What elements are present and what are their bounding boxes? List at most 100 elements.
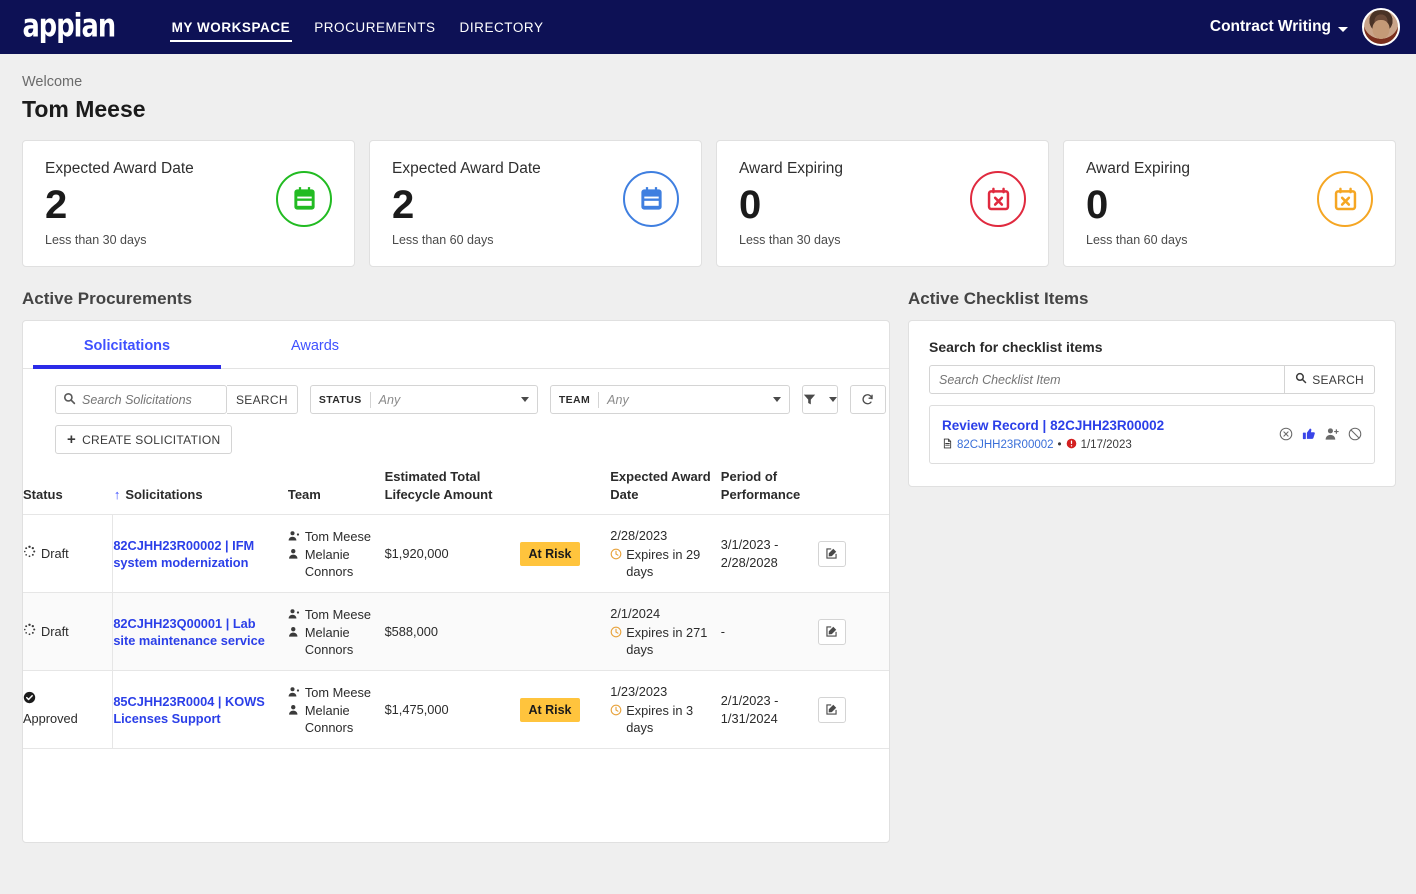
- nav-link-directory[interactable]: DIRECTORY: [448, 2, 556, 52]
- expires-note: Expires in 271 days: [610, 624, 713, 658]
- checklist-item-date: 1/17/2023: [1080, 439, 1132, 451]
- team-filter-label: TEAM: [558, 393, 591, 406]
- column-header-amount[interactable]: Estimated Total Lifecycle Amount: [385, 468, 521, 515]
- calendar-icon: [623, 171, 679, 227]
- kpi-subtitle: Less than 60 days: [392, 233, 494, 247]
- status-badge: Draft: [23, 545, 104, 563]
- status-filter-value: Any: [378, 392, 401, 407]
- status-badge: Approved: [23, 691, 104, 728]
- create-solicitation-label: CREATE SOLICITATION: [82, 432, 221, 447]
- tab-solicitations[interactable]: Solicitations: [33, 321, 221, 369]
- avatar[interactable]: [1362, 8, 1400, 46]
- nav-link-procurements[interactable]: PROCUREMENTS: [302, 2, 447, 52]
- cell-solicitation: 82CJHH23R00002 | IFM system modernizatio…: [112, 514, 288, 593]
- top-navigation-bar: appian MY WORKSPACE PROCUREMENTS DIRECTO…: [0, 0, 1416, 54]
- column-header-actions: [818, 468, 889, 515]
- table-row: Draft 82CJHH23R00002 | IFM system modern…: [23, 514, 889, 593]
- column-header-team[interactable]: Team: [288, 468, 385, 515]
- tab-awards[interactable]: Awards: [221, 321, 409, 368]
- plus-icon: +: [67, 431, 77, 448]
- kpi-card-expected-award-60[interactable]: Expected Award Date 2 Less than 60 days: [369, 140, 702, 267]
- chevron-down-icon: [520, 397, 529, 402]
- main-content-row: Active Procurements Solicitations Awards…: [0, 267, 1416, 843]
- welcome-block: Welcome Tom Meese: [0, 54, 1416, 124]
- nav-right-group: Contract Writing: [1210, 8, 1400, 46]
- solicitation-link[interactable]: 82CJHH23Q00001 | Lab site maintenance se…: [113, 615, 280, 649]
- table-row: Approved 85CJHH23R0004 | KOWS Licenses S…: [23, 670, 889, 749]
- column-header-status[interactable]: Status: [23, 468, 113, 515]
- cell-actions: [817, 514, 889, 593]
- edit-icon[interactable]: [817, 618, 846, 645]
- team-filter-dropdown[interactable]: TEAM Any: [549, 385, 790, 414]
- cell-team: Tom Meese Melanie Connors: [287, 670, 385, 749]
- document-icon: [942, 438, 953, 452]
- tenant-selector[interactable]: Contract Writing: [1210, 18, 1348, 36]
- create-solicitation-button[interactable]: + CREATE SOLICITATION: [55, 425, 233, 454]
- cell-expected-award-date: 2/28/2023 Expires in 29 days: [610, 514, 721, 593]
- expires-label: Expires in 3 days: [626, 703, 694, 735]
- thumbs-up-icon[interactable]: [1302, 427, 1316, 441]
- chevron-down-icon: [772, 397, 781, 402]
- filter-icon[interactable]: [801, 385, 838, 414]
- sort-ascending-icon: ↑: [113, 487, 121, 502]
- checklist-search-heading: Search for checklist items: [929, 339, 1103, 355]
- kpi-card-award-expiring-30[interactable]: Award Expiring 0 Less than 30 days: [716, 140, 1049, 267]
- expires-note: Expires in 29 days: [610, 546, 713, 580]
- divider: [369, 391, 371, 408]
- block-icon[interactable]: [1348, 427, 1362, 441]
- calendar-x-icon: [1317, 171, 1373, 227]
- table-header-row: Status ↑ Solicitations Team Estimated Tot…: [23, 468, 889, 515]
- status-filter-dropdown[interactable]: STATUS Any: [309, 385, 538, 414]
- solicitation-link[interactable]: 82CJHH23R00002 | IFM system modernizatio…: [113, 537, 280, 571]
- active-checklist-column: Active Checklist Items Search for checkl…: [908, 289, 1396, 843]
- nav-link-my-workspace[interactable]: MY WORKSPACE: [160, 2, 303, 52]
- active-checklist-title: Active Checklist Items: [908, 289, 1089, 308]
- team-member: Tom Meese: [288, 684, 377, 702]
- cell-expected-award-date: 1/23/2023 Expires in 3 days: [610, 670, 721, 749]
- solicitation-link[interactable]: 85CJHH23R0004 | KOWS Licenses Support: [113, 693, 280, 727]
- active-procurements-title: Active Procurements: [22, 289, 193, 308]
- checklist-search-button[interactable]: SEARCH: [1285, 365, 1375, 394]
- edit-icon[interactable]: [817, 540, 846, 567]
- checklist-search-row: SEARCH: [929, 365, 1375, 394]
- page-title: Tom Meese: [22, 96, 146, 122]
- cell-expected-award-date: 2/1/2024 Expires in 271 days: [610, 592, 721, 671]
- edit-icon[interactable]: [817, 696, 846, 723]
- award-date: 1/23/2023: [610, 684, 668, 699]
- column-header-expected-award-date[interactable]: Expected Award Date: [610, 468, 721, 515]
- kpi-card-expected-award-30[interactable]: Expected Award Date 2 Less than 30 days: [22, 140, 355, 267]
- checklist-item-link[interactable]: Review Record | 82CJHH23R00002: [942, 416, 1279, 435]
- column-header-amount-label: Estimated Total Lifecycle Amount: [384, 469, 493, 502]
- kpi-subtitle: Less than 60 days: [1086, 233, 1188, 247]
- reject-circle-icon[interactable]: [1279, 427, 1293, 441]
- column-header-period-of-performance[interactable]: Period of Performance: [721, 468, 818, 515]
- search-button[interactable]: SEARCH: [227, 385, 298, 414]
- refresh-icon[interactable]: [849, 385, 886, 414]
- checklist-record-link[interactable]: 82CJHH23R00002: [957, 439, 1054, 451]
- kpi-card-row: Expected Award Date 2 Less than 30 days …: [0, 124, 1416, 267]
- status-badge-at-risk: At Risk: [520, 697, 580, 722]
- team-member: Tom Meese: [288, 528, 377, 546]
- kpi-card-award-expiring-60[interactable]: Award Expiring 0 Less than 60 days: [1063, 140, 1396, 267]
- column-header-solicitations[interactable]: ↑ Solicitations: [113, 468, 288, 515]
- welcome-greeting: Welcome: [22, 74, 83, 90]
- award-date: 2/1/2024: [610, 606, 661, 621]
- list-item[interactable]: Review Record | 82CJHH23R00002 82CJHH23R…: [929, 405, 1375, 464]
- expires-note: Expires in 3 days: [610, 702, 713, 736]
- status-label: Approved: [23, 711, 78, 726]
- assign-user-icon[interactable]: [1325, 427, 1339, 441]
- expires-label: Expires in 29 days: [626, 547, 701, 579]
- person-icon: [288, 624, 300, 642]
- search-input[interactable]: [55, 385, 227, 414]
- cell-period-of-performance: 2/1/2023 - 1/31/2024: [720, 670, 818, 749]
- spinner-icon: [23, 545, 36, 563]
- clock-icon: [610, 702, 622, 720]
- active-procurements-column: Active Procurements Solicitations Awards…: [22, 289, 890, 843]
- checklist-search-label: SEARCH: [1312, 372, 1364, 387]
- status-badge: Draft: [23, 623, 104, 641]
- checklist-search-input[interactable]: [929, 365, 1286, 394]
- checklist-item-actions: [1279, 427, 1362, 441]
- person-owner-icon: [288, 606, 300, 624]
- cell-risk: At Risk: [520, 670, 611, 749]
- team-member: Tom Meese: [288, 606, 377, 624]
